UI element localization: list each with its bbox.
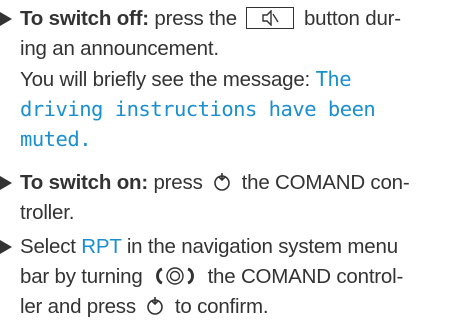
select-rpt-line2-b: the COMAND control- xyxy=(207,265,404,288)
step-switch-off-line-1: To switch off: press the button dur- xyxy=(20,4,401,34)
switch-on-text-a: press xyxy=(153,171,203,194)
select-rpt-line3-b: to confirm. xyxy=(174,295,269,318)
switch-off-text-b: button dur- xyxy=(303,7,401,30)
mute-speaker-icon xyxy=(246,6,295,29)
switch-off-label: To switch off: xyxy=(20,7,149,30)
turn-controller-icon xyxy=(152,265,198,287)
switch-on-text-b: the COMAND con- xyxy=(241,171,410,194)
step-switch-on-line-1: To switch on: press the COMAND con- xyxy=(20,168,410,198)
muted-message-part-2: driving instructions have been xyxy=(20,97,376,121)
press-controller-icon xyxy=(144,295,166,317)
select-rpt-text-a: Select xyxy=(20,235,76,258)
switch-on-line-2: troller. xyxy=(20,201,75,224)
switch-on-label: To switch on: xyxy=(20,171,148,194)
bullet-arrow-icon xyxy=(0,176,12,190)
switch-off-message-intro: You will briefly see the message: xyxy=(20,68,311,91)
step-select-rpt-line-1: Select RPT in the navigation system menu xyxy=(20,232,398,262)
rpt-menu-item-label: RPT xyxy=(81,235,122,258)
select-rpt-line2-a: bar by turning xyxy=(20,265,143,288)
bullet-arrow-icon xyxy=(0,12,12,26)
switch-off-line-3: You will briefly see the message: The xyxy=(20,64,352,95)
muted-message-part-1: The xyxy=(315,67,352,91)
step-select-rpt-line-3: ler and press to confirm. xyxy=(20,292,269,322)
select-rpt-text-b: in the navigation system menu xyxy=(126,235,398,258)
instruction-page: To switch off: press the button dur- ing… xyxy=(0,0,462,326)
muted-message-part-3: muted. xyxy=(20,127,92,151)
press-controller-icon xyxy=(211,171,233,193)
select-rpt-line3-a: ler and press xyxy=(20,295,136,318)
switch-off-line-2: ing an announcement. xyxy=(20,37,219,60)
switch-off-text-a: press the xyxy=(154,7,237,30)
step-select-rpt-line-2: bar by turning the COMAND control- xyxy=(20,262,403,292)
bullet-arrow-icon xyxy=(0,240,12,254)
